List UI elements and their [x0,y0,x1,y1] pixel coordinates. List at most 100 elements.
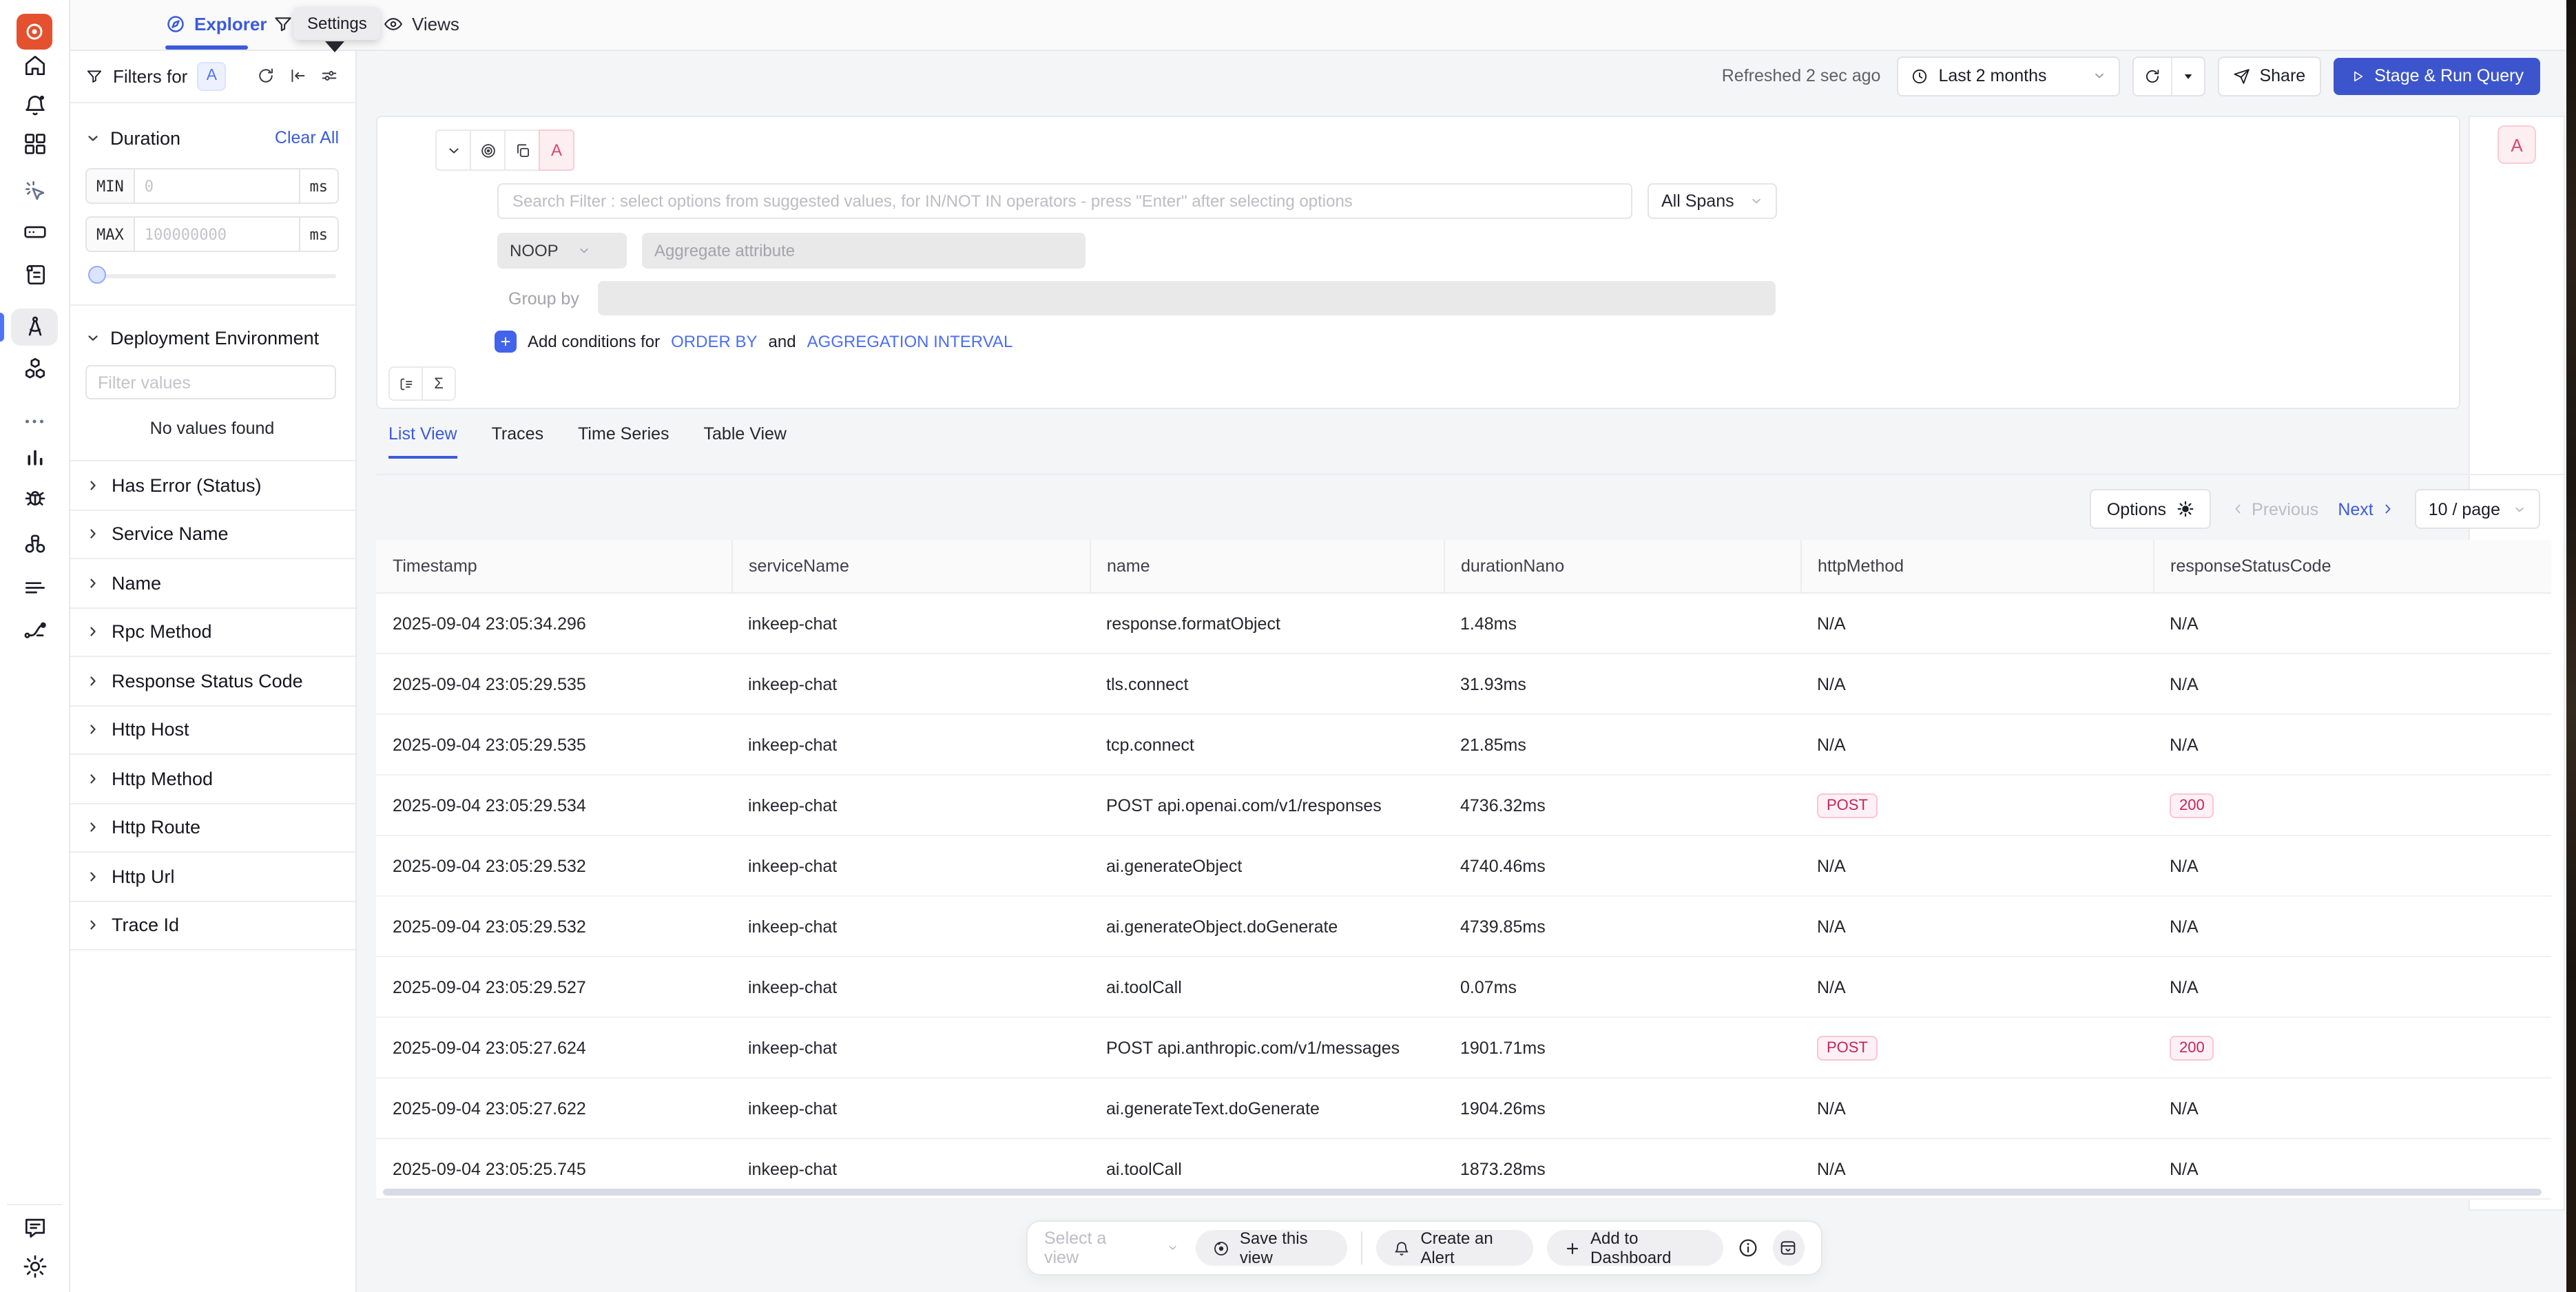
col-name[interactable]: name [1090,540,1444,593]
nav-settings[interactable] [0,1253,69,1280]
http-method-badge: POST [1817,793,1878,817]
cell-name: ai.toolCall [1090,957,1444,1017]
col-http-method[interactable]: httpMethod [1800,540,2153,593]
refresh-interval-dropdown[interactable] [2171,57,2204,94]
sidebar-section-response-status-code[interactable]: Response Status Code [69,656,355,705]
nav-logs[interactable] [0,262,69,288]
order-by-link[interactable]: ORDER BY [671,332,757,351]
nav-traces[interactable] [0,314,69,340]
tab-time-series[interactable]: Time Series [578,424,669,459]
nav-messaging-queues[interactable] [0,357,69,383]
search-filter-input[interactable] [497,183,1632,219]
refresh-icon[interactable] [256,66,276,85]
create-alert-button[interactable]: Create an Alert [1376,1230,1533,1266]
nav-home[interactable] [0,52,69,79]
formula-button[interactable]: Σ [422,366,456,401]
sidebar-section-http-host[interactable]: Http Host [69,705,355,753]
col-response-status-code[interactable]: responseStatusCode [2153,540,2551,593]
sidebar-section-trace-id[interactable]: Trace Id [69,900,355,950]
query-visibility-button[interactable] [470,129,506,171]
query-builder-mode-button[interactable] [388,366,423,401]
save-view-label: Save this view [1240,1229,1331,1267]
duration-slider[interactable] [88,266,336,285]
nav-dashboards[interactable] [0,131,69,157]
aggregation-interval-link[interactable]: AGGREGATION INTERVAL [807,332,1013,351]
deployment-filter-input[interactable] [85,365,336,399]
nav-alerts[interactable] [0,92,69,118]
table-row[interactable]: 2025-09-04 23:05:27.624inkeep-chatPOST a… [376,1017,2551,1078]
nav-services[interactable] [0,178,69,204]
tab-explorer-label: Explorer [194,14,267,34]
tab-views[interactable]: Views [383,0,459,48]
pagination-previous[interactable]: Previous [2230,499,2318,519]
nav-exceptions[interactable] [0,485,69,511]
tab-list-view[interactable]: List View [388,424,457,459]
sidebar-section-http-method[interactable]: Http Method [69,753,355,802]
table-row[interactable]: 2025-09-04 23:05:29.535inkeep-chattcp.co… [376,714,2551,775]
clear-all-link[interactable]: Clear All [275,128,339,147]
table-row[interactable]: 2025-09-04 23:05:27.622inkeep-chatai.gen… [376,1078,2551,1138]
col-duration-nano[interactable]: durationNano [1444,540,1800,593]
deployment-env-header[interactable]: Deployment Environment [69,314,355,361]
duration-section-header[interactable]: Duration Clear All [69,114,355,161]
table-row[interactable]: 2025-09-04 23:05:29.534inkeep-chatPOST a… [376,775,2551,835]
aggregate-op-select[interactable]: NOOP [497,233,627,269]
refresh-icon [2143,67,2161,85]
spans-scope-select[interactable]: All Spans [1648,183,1777,219]
duration-min-input[interactable] [135,169,299,202]
chevron-right-icon [85,771,101,786]
sidebar-section-name[interactable]: Name [69,558,355,607]
add-conditions-button[interactable] [495,331,517,353]
share-button[interactable]: Share [2218,56,2320,96]
page-size-select[interactable]: 10 / page [2415,489,2540,529]
sidebar-section-has-error[interactable]: Has Error (Status) [69,460,355,509]
table-row[interactable]: 2025-09-04 23:05:29.532inkeep-chatai.gen… [376,835,2551,896]
slider-handle[interactable] [88,266,106,284]
desktop-edge-strip [2566,0,2576,1292]
col-service-name[interactable]: serviceName [731,540,1090,593]
info-icon[interactable] [1737,1237,1759,1259]
table-row[interactable]: 2025-09-04 23:05:29.527inkeep-chatai.too… [376,957,2551,1017]
signoz-logo[interactable] [0,14,69,50]
table-row[interactable]: 2025-09-04 23:05:29.532inkeep-chatai.gen… [376,896,2551,957]
time-range-select[interactable]: Last 2 months [1897,56,2120,96]
nav-more[interactable] [0,409,69,434]
section-label: Response Status Code [112,671,303,691]
sidebar-section-rpc-method[interactable]: Rpc Method [69,607,355,656]
table-row[interactable]: 2025-09-04 23:05:34.296inkeep-chatrespon… [376,593,2551,654]
select-view-dropdown[interactable]: Select a view [1044,1229,1182,1267]
collapse-left-icon[interactable] [288,66,307,85]
collapse-query-button[interactable] [435,129,471,171]
stage-run-query-button[interactable]: Stage & Run Query [2333,57,2540,94]
nav-infrastructure[interactable] [0,219,69,245]
filter-settings-icon[interactable] [320,66,339,85]
sidebar-section-http-route[interactable]: Http Route [69,802,355,851]
table-header-row: Timestamp serviceName name durationNano … [376,540,2551,593]
nav-api-monitoring[interactable] [0,574,69,601]
sidebar-section-service-name[interactable]: Service Name [69,509,355,558]
duration-max-input[interactable] [135,218,299,251]
query-a-badge[interactable]: A [197,61,226,90]
nav-support-chat[interactable] [0,1215,69,1241]
refresh-button[interactable] [2134,57,2171,94]
cell-http-method: N/A [1800,835,2153,896]
tab-explorer[interactable]: Explorer [165,0,267,48]
col-timestamp[interactable]: Timestamp [376,540,731,593]
nav-explore[interactable] [0,530,69,556]
horizontal-scrollbar[interactable] [383,1189,2542,1196]
tab-table-view[interactable]: Table View [704,424,787,459]
query-a-selector[interactable]: A [2497,125,2536,164]
query-a-chip[interactable]: A [539,129,574,171]
add-to-dashboard-button[interactable]: Add to Dashboard [1546,1230,1723,1266]
save-view-button[interactable]: Save this view [1196,1230,1348,1266]
nav-metrics[interactable] [0,445,69,471]
copy-query-button[interactable] [504,129,540,171]
options-button[interactable]: Options [2090,489,2210,529]
nav-integrations[interactable] [0,617,69,643]
pagination-next[interactable]: Next [2338,499,2395,519]
dock-panel-button[interactable] [1773,1230,1805,1266]
rail-divider [7,1204,62,1205]
sidebar-section-http-url[interactable]: Http Url [69,851,355,900]
tab-traces[interactable]: Traces [492,424,544,459]
table-row[interactable]: 2025-09-04 23:05:29.535inkeep-chattls.co… [376,654,2551,714]
